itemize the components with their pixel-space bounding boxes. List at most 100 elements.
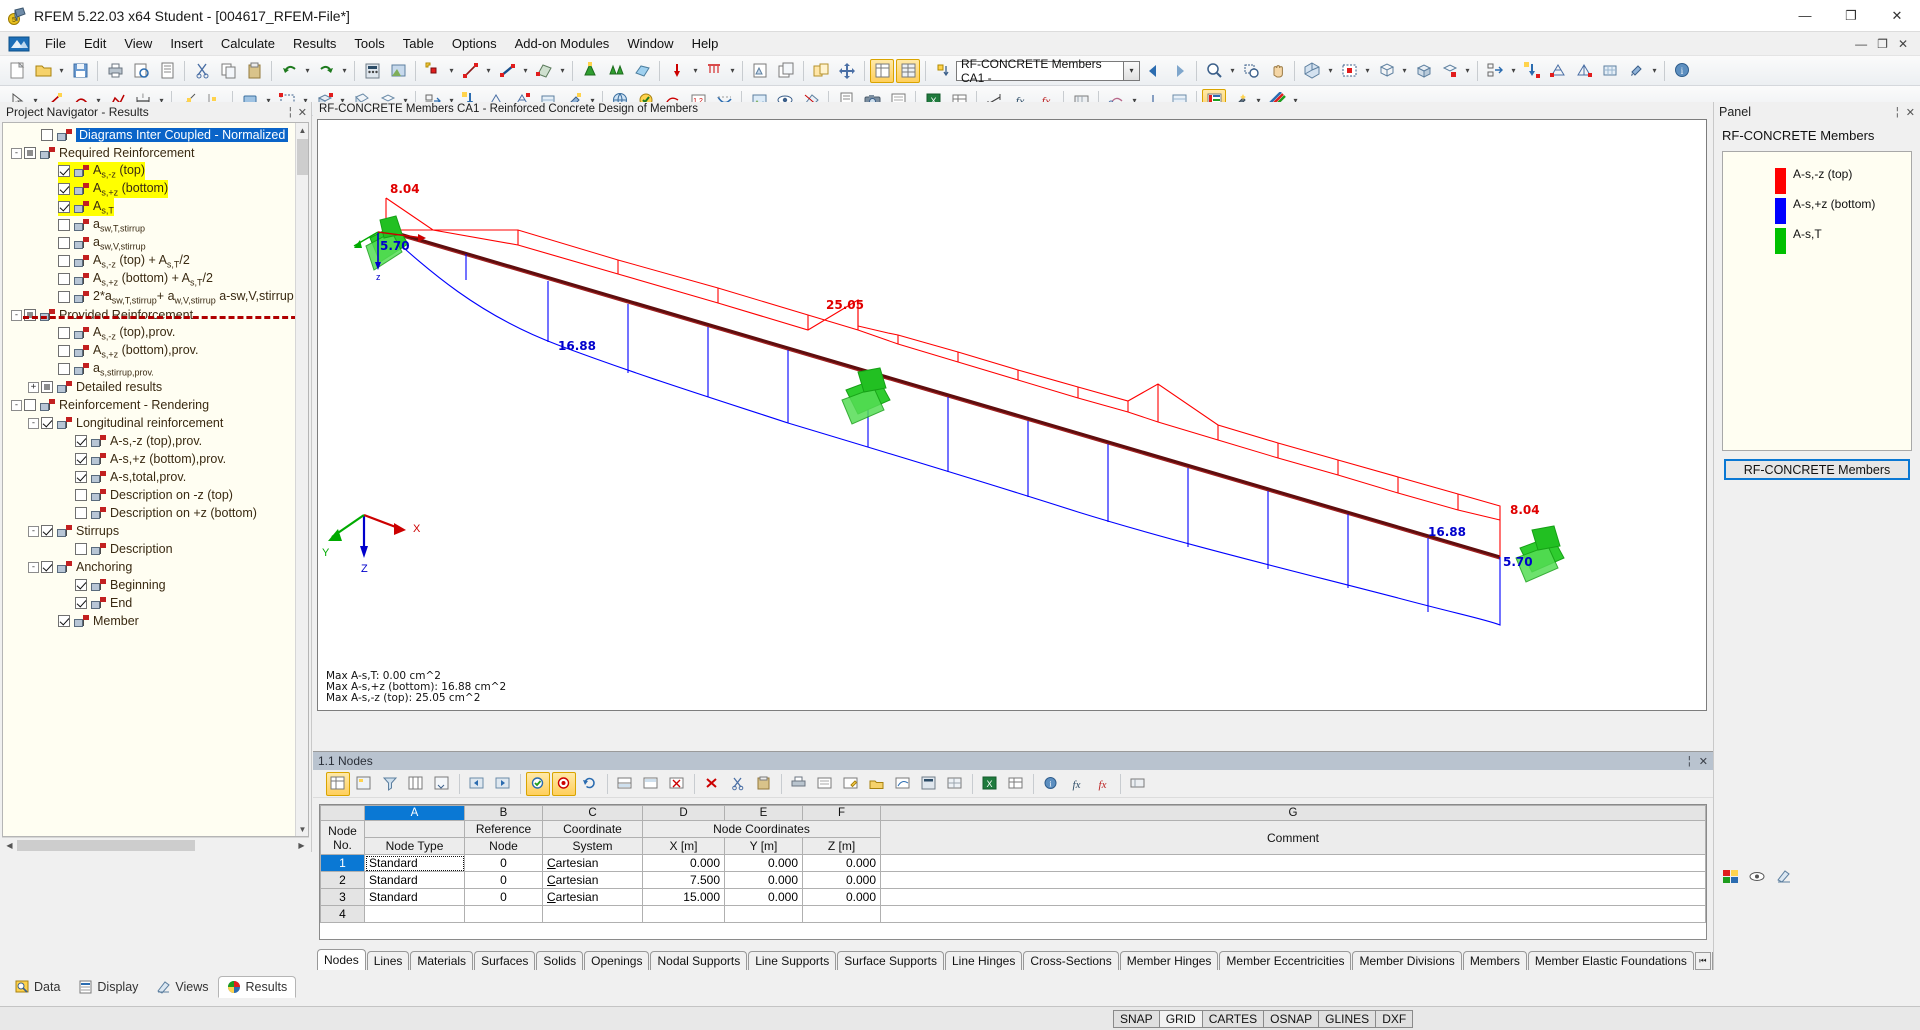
menu-view[interactable]: View [115, 33, 161, 54]
tree-checkbox[interactable] [75, 453, 87, 465]
wireframe-dropdown-icon[interactable]: ▾ [1399, 59, 1410, 83]
menu-addon-modules[interactable]: Add-on Modules [506, 33, 619, 54]
table-grid-toggle-icon[interactable] [943, 772, 967, 796]
move-nodes-icon[interactable] [1483, 59, 1507, 83]
tree-checkbox[interactable] [75, 471, 87, 483]
tree-item[interactable]: - Longitudinal reinforcement [3, 414, 308, 432]
cell-reference-node[interactable]: 0 [464, 888, 543, 906]
menu-edit[interactable]: Edit [75, 33, 115, 54]
move-nodes-dropdown-icon[interactable]: ▾ [1508, 59, 1519, 83]
table-pin-icon[interactable]: ¦ [1688, 755, 1691, 768]
tree-checkbox[interactable] [41, 525, 53, 537]
tab-nav-first-icon[interactable]: ⏮ [1694, 952, 1711, 970]
table-sync-selection-icon[interactable] [526, 771, 550, 796]
isometric-view-icon[interactable] [1300, 59, 1324, 83]
table-row[interactable]: 3 Standard 0 Cartesian 15.000 0.000 0.000 [320, 888, 1706, 906]
table-fx-icon[interactable]: fx [1065, 772, 1089, 796]
mesh-icon[interactable] [1546, 59, 1570, 83]
minimize-button[interactable]: — [1782, 0, 1828, 32]
status-chip-dxf[interactable]: DXF [1375, 1009, 1414, 1028]
line-dropdown-icon[interactable]: ▾ [483, 59, 494, 83]
tree-checkbox[interactable] [58, 345, 70, 357]
show-all-dropdown-icon[interactable]: ▾ [1362, 59, 1373, 83]
mdi-minimize-button[interactable]: — [1855, 37, 1867, 51]
cell-y[interactable]: 0.000 [724, 871, 803, 889]
cell-comment[interactable] [880, 854, 1706, 872]
table-tab-lines[interactable]: Lines [366, 951, 410, 970]
menu-tools[interactable]: Tools [345, 33, 393, 54]
tree-item[interactable]: + Detailed results [3, 378, 308, 396]
member-load-icon[interactable] [702, 59, 726, 83]
tree-item[interactable]: As,+z (bottom),prov. [3, 342, 308, 360]
tree-checkbox[interactable] [24, 399, 36, 411]
table-tab-solids[interactable]: Solids [536, 951, 584, 970]
menu-options[interactable]: Options [443, 33, 506, 54]
table-tab-nodal-supports[interactable]: Nodal Supports [650, 951, 748, 970]
table-row[interactable]: 4 [320, 905, 1706, 923]
tree-checkbox[interactable] [24, 147, 36, 159]
table-insert-row2-icon[interactable] [639, 772, 663, 796]
status-chip-osnap[interactable]: OSNAP [1263, 1009, 1320, 1028]
tree-checkbox[interactable] [58, 291, 70, 303]
table-row[interactable]: 2 Standard 0 Cartesian 7.500 0.000 0.000 [320, 871, 1706, 889]
navigator-vertical-scrollbar[interactable]: ▲ ▼ [295, 123, 308, 836]
column-letter-d[interactable]: D [642, 805, 725, 821]
table-excel-icon[interactable]: X [978, 772, 1002, 796]
table-tab-openings[interactable]: Openings [584, 951, 650, 970]
cell-x[interactable]: 15.000 [642, 888, 725, 906]
table-delete-icon[interactable] [700, 772, 724, 796]
table-view-icon[interactable] [326, 771, 350, 796]
undo-dropdown-icon[interactable]: ▾ [302, 59, 313, 83]
scroll-down-arrow-icon[interactable]: ▼ [296, 822, 308, 836]
tree-checkbox[interactable] [58, 183, 70, 195]
show-all-icon[interactable] [1337, 59, 1361, 83]
cut-icon[interactable] [190, 59, 214, 83]
nodal-support-icon[interactable] [578, 59, 602, 83]
tree-item[interactable]: A-s,total,prov. [3, 468, 308, 486]
table-last-icon[interactable] [491, 772, 515, 796]
table-refresh-icon[interactable] [578, 772, 602, 796]
new-node-icon[interactable] [421, 59, 445, 83]
table-sync-view-icon[interactable] [552, 771, 576, 796]
mesh2-icon[interactable] [1572, 59, 1596, 83]
tree-checkbox[interactable] [41, 381, 53, 393]
table-print-icon[interactable] [787, 772, 811, 796]
tree-checkbox[interactable] [58, 255, 70, 267]
column-letter-g[interactable]: G [880, 805, 1706, 821]
status-chip-snap[interactable]: SNAP [1113, 1009, 1160, 1028]
loadcase-selector-combobox[interactable]: RF-CONCRETE Members CA1 - [956, 57, 1124, 85]
cell-x[interactable]: 0.000 [642, 854, 725, 872]
tree-checkbox[interactable] [75, 597, 87, 609]
insert-node-icon[interactable] [1520, 59, 1544, 83]
new-member-icon[interactable] [495, 59, 519, 83]
table-tab-line-hinges[interactable]: Line Hinges [944, 951, 1023, 970]
row-number-cell[interactable]: 1 [320, 854, 365, 872]
table-tab-nodes[interactable]: Nodes [317, 949, 366, 970]
new-file-icon[interactable] [5, 59, 29, 83]
menu-results[interactable]: Results [284, 33, 345, 54]
cell-x[interactable] [642, 905, 725, 923]
redo-dropdown-icon[interactable]: ▾ [339, 59, 350, 83]
table-tab-member-eccentricities[interactable]: Member Eccentricities [1219, 951, 1352, 970]
tree-item[interactable]: 2*asw,T,stirrup+ aw,V,stirrup a-sw,V,sti… [3, 288, 308, 306]
cell-coordinate-system[interactable]: Cartesian [542, 871, 643, 889]
tree-item[interactable]: Beginning [3, 576, 308, 594]
tree-checkbox[interactable] [75, 543, 87, 555]
member-dropdown-icon[interactable]: ▾ [520, 59, 531, 83]
navigator-scroll-thumb[interactable] [297, 139, 308, 175]
table-tab-surfaces[interactable]: Surfaces [474, 951, 536, 970]
printout-report-icon[interactable] [155, 59, 179, 83]
mesh3-icon[interactable] [1598, 59, 1622, 83]
scroll-right-arrow-icon[interactable]: ▶ [294, 841, 309, 850]
paint-dropdown-icon[interactable]: ▾ [1649, 59, 1660, 83]
open-file-icon[interactable] [31, 59, 55, 83]
copy-icon[interactable] [216, 59, 240, 83]
member-load-dropdown-icon[interactable]: ▾ [727, 59, 738, 83]
solid-model-icon[interactable] [1411, 59, 1435, 83]
tree-checkbox[interactable] [58, 219, 70, 231]
table-calc-icon[interactable] [917, 772, 941, 796]
table-tab-member-elastic-foundations[interactable]: Member Elastic Foundations [1527, 951, 1694, 970]
tree-checkbox[interactable] [75, 507, 87, 519]
tree-item[interactable]: Diagrams Inter Coupled - Normalized [3, 126, 308, 144]
model-canvas[interactable]: z Z X Y 8.04 5.70 16.88 25.05 8.04 16.88… [317, 119, 1707, 711]
